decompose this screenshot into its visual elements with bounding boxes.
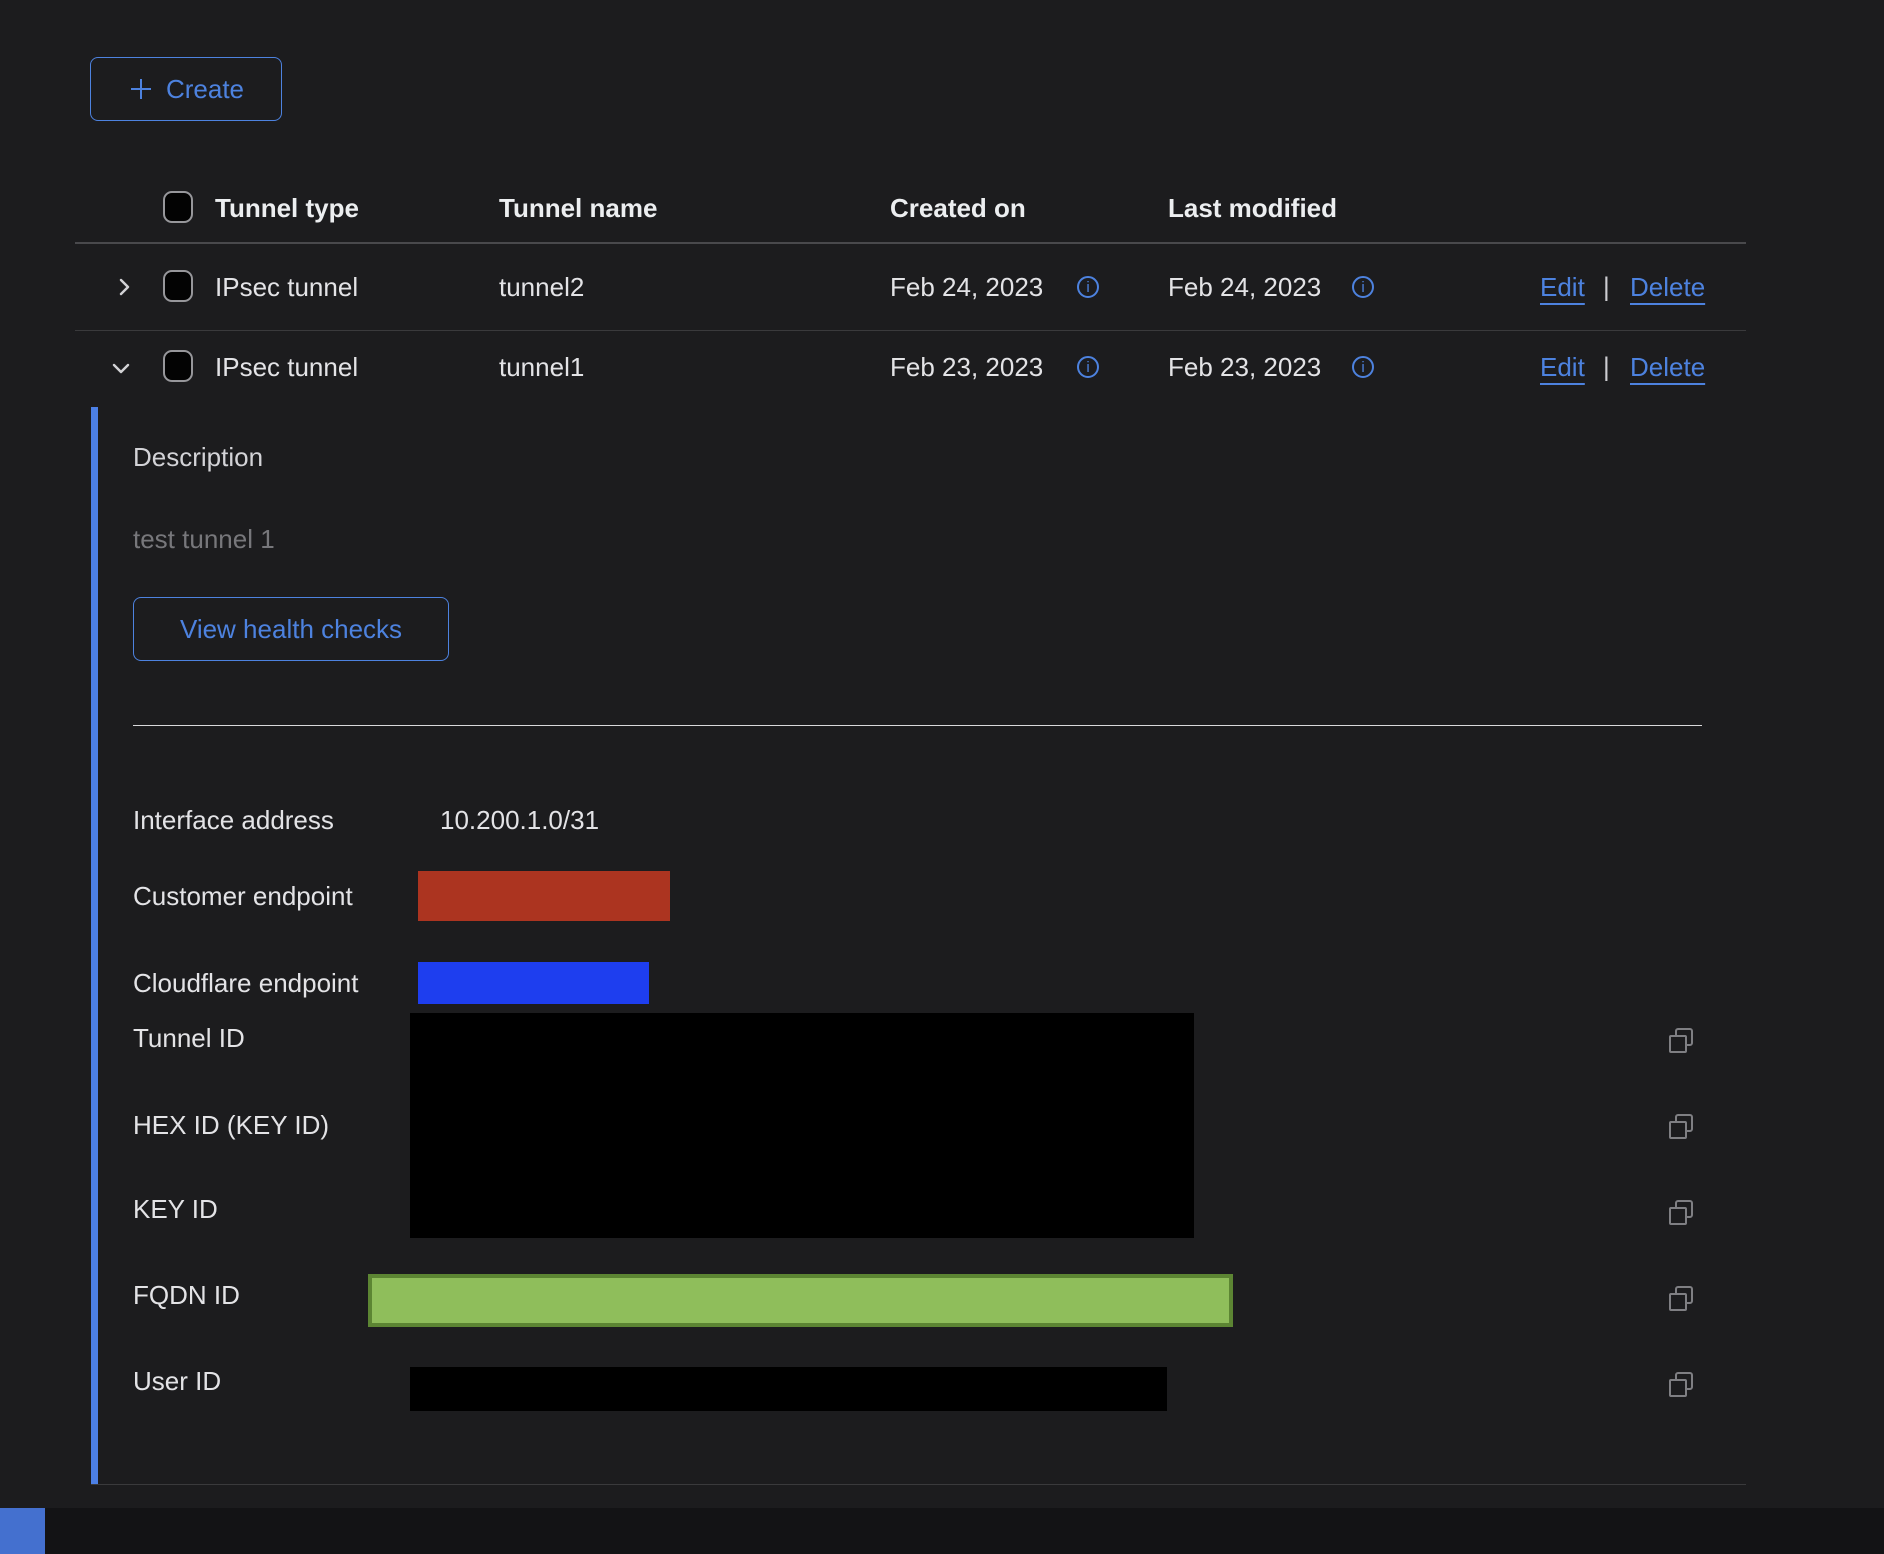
column-header-created-on: Created on [890,195,1026,221]
chevron-down-icon[interactable] [108,355,134,381]
link-separator: | [1603,272,1610,303]
plus-icon [128,76,154,102]
chevron-right-icon[interactable] [112,275,136,299]
row-checkbox[interactable] [163,270,193,302]
interface-address-label: Interface address [133,807,334,833]
copy-button[interactable] [1666,1370,1696,1400]
tunnel-id-label: Tunnel ID [133,1025,245,1051]
copy-icon [1666,1026,1696,1056]
info-icon[interactable]: i [1077,276,1099,298]
view-health-checks-button[interactable]: View health checks [133,597,449,661]
view-health-checks-label: View health checks [180,614,402,645]
edit-link[interactable]: Edit [1540,274,1585,300]
select-all-checkbox[interactable] [163,191,193,223]
copy-icon [1666,1112,1696,1142]
info-icon[interactable]: i [1077,356,1099,378]
link-separator: | [1603,352,1610,383]
info-icon[interactable]: i [1352,356,1374,378]
expanded-row-accent-bar [91,407,98,1484]
create-button-label: Create [166,74,244,105]
description-value: test tunnel 1 [133,526,275,552]
copy-icon [1666,1370,1696,1400]
tunnel-name-cell: tunnel2 [499,274,584,300]
copy-button[interactable] [1666,1198,1696,1228]
bottom-accent-square [0,1508,45,1554]
tunnel-type-cell: IPsec tunnel [215,354,358,380]
copy-button[interactable] [1666,1112,1696,1142]
key-id-label: KEY ID [133,1196,218,1222]
last-modified-cell: Feb 23, 2023 [1168,354,1321,380]
copy-button[interactable] [1666,1284,1696,1314]
header-divider [75,242,1746,244]
copy-icon [1666,1284,1696,1314]
column-header-tunnel-name: Tunnel name [499,195,657,221]
tunnel-name-cell: tunnel1 [499,354,584,380]
hex-id-label: HEX ID (KEY ID) [133,1112,329,1138]
panel-bottom-divider [91,1484,1746,1485]
created-on-cell: Feb 23, 2023 [890,354,1043,380]
copy-icon [1666,1198,1696,1228]
column-header-tunnel-type: Tunnel type [215,195,359,221]
tunnels-page: Create Tunnel type Tunnel name Created o… [0,0,1884,1554]
customer-endpoint-redaction [418,871,670,921]
delete-link[interactable]: Delete [1630,354,1705,380]
fqdn-id-label: FQDN ID [133,1282,240,1308]
tunnel-type-cell: IPsec tunnel [215,274,358,300]
interface-address-value: 10.200.1.0/31 [440,807,599,833]
create-button[interactable]: Create [90,57,282,121]
user-id-label: User ID [133,1368,221,1394]
ids-redaction-block [410,1013,1194,1238]
delete-link[interactable]: Delete [1630,274,1705,300]
last-modified-cell: Feb 24, 2023 [1168,274,1321,300]
info-icon[interactable]: i [1352,276,1374,298]
customer-endpoint-label: Customer endpoint [133,883,353,909]
cloudflare-endpoint-label: Cloudflare endpoint [133,970,359,996]
cloudflare-endpoint-redaction [418,962,649,1004]
column-header-last-modified: Last modified [1168,195,1337,221]
bottom-strip [0,1508,1884,1554]
edit-link[interactable]: Edit [1540,354,1585,380]
row-divider [75,330,1746,331]
description-label: Description [133,444,263,470]
fqdn-id-redaction [368,1274,1233,1327]
section-divider [133,725,1702,726]
created-on-cell: Feb 24, 2023 [890,274,1043,300]
copy-button[interactable] [1666,1026,1696,1056]
row-checkbox[interactable] [163,350,193,382]
user-id-redaction [410,1367,1167,1411]
